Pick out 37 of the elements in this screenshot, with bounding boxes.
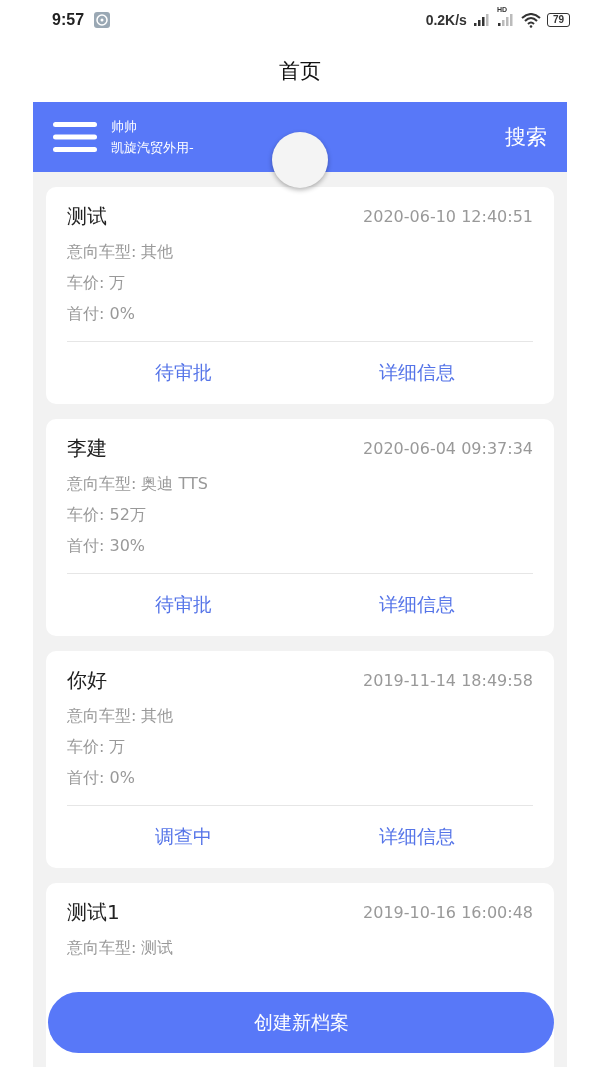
status-time: 9:57	[52, 11, 85, 29]
detail-text: 意向车型: 其他	[67, 705, 175, 727]
detail-text: 首付: 30%	[67, 535, 147, 557]
page-title: 首页	[279, 58, 321, 85]
detail-text: 车价: 52万	[67, 504, 147, 526]
battery-indicator: 79	[546, 13, 570, 27]
detail-text: 首付: 0%	[67, 767, 136, 789]
customer-name: 你好	[67, 667, 107, 694]
detail-text: 车价: 万	[67, 736, 127, 758]
action-link[interactable]: 详细信息	[300, 574, 533, 636]
record-time: 2020-06-04 09:37:34	[363, 439, 533, 458]
detail-text: 车价: 万	[67, 272, 127, 294]
record-time: 2020-06-10 12:40:51	[363, 207, 533, 226]
action-link[interactable]: 详细信息	[300, 806, 533, 868]
create-button[interactable]: 创建新档案	[48, 992, 554, 1053]
customer-name: 测试1	[67, 899, 120, 926]
menu-icon[interactable]	[53, 121, 97, 153]
detail-text: 首付: 0%	[67, 303, 136, 325]
action-link[interactable]: 调查中	[67, 806, 300, 868]
signal-icon	[496, 13, 515, 27]
customer-name: 测试	[67, 203, 107, 230]
company-name: 凯旋汽贸外用-	[111, 138, 194, 157]
wifi-icon	[520, 12, 541, 28]
customer-name: 李建	[67, 435, 107, 462]
record-time: 2019-10-16 16:00:48	[363, 903, 533, 922]
detail-text: 意向车型: 奥迪 TTS	[67, 473, 209, 495]
search-button[interactable]: 搜索	[505, 123, 547, 151]
record-time: 2019-11-14 18:49:58	[363, 671, 533, 690]
action-link[interactable]: 详细信息	[300, 342, 533, 404]
detail-text: 意向车型: 测试	[67, 937, 175, 959]
steering-wheel-icon	[94, 12, 111, 28]
user-name: 帅帅	[111, 117, 138, 136]
network-speed: 0.2K/s	[425, 12, 467, 28]
signal-icon	[472, 13, 491, 27]
action-link[interactable]: 待审批	[67, 574, 300, 636]
action-link[interactable]: 待审批	[67, 342, 300, 404]
detail-text: 意向车型: 其他	[67, 241, 175, 263]
